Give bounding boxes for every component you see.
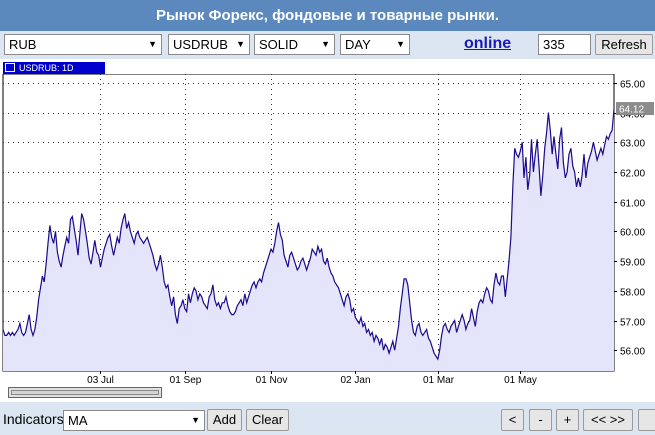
zoom-in-button[interactable]: + [556, 409, 579, 431]
y-tick-label: 63.00 [620, 139, 645, 150]
symbol-select[interactable]: USDRUB ▼ [168, 34, 250, 55]
period-select[interactable]: DAY ▼ [340, 34, 410, 55]
indicator-select-value: MA [68, 413, 88, 428]
symbol-select-value: USDRUB [173, 37, 228, 52]
chart-tab[interactable]: USDRUB: 1D [3, 62, 105, 74]
chevron-down-icon: ▼ [321, 39, 330, 49]
chart-scrollbar[interactable] [8, 387, 162, 398]
y-tick-label: 56.00 [620, 347, 645, 358]
x-tick-label: 01 Nov [256, 375, 288, 385]
chevron-down-icon: ▼ [191, 415, 200, 425]
scroll-right-button[interactable] [638, 409, 655, 431]
clear-indicators-button[interactable]: Clear [246, 409, 289, 431]
x-tick-label: 02 Jan [340, 375, 370, 385]
chevron-down-icon: ▼ [236, 39, 245, 49]
refresh-button[interactable]: Refresh [595, 34, 653, 55]
market-select-value: RUB [9, 37, 37, 52]
chevron-down-icon: ▼ [396, 39, 405, 49]
chevron-down-icon: ▼ [148, 39, 157, 49]
scrollbar-thumb[interactable] [11, 390, 159, 395]
y-tick-label: 57.00 [620, 318, 645, 329]
x-tick-label: 03 Jul [87, 375, 114, 385]
indicators-bar: Indicators MA ▼ Add Clear < - + << >> [0, 402, 655, 435]
chart-tab-label: USDRUB: 1D [19, 63, 74, 73]
add-indicator-button[interactable]: Add [207, 409, 242, 431]
y-tick-label: 59.00 [620, 258, 645, 269]
style-select[interactable]: SOLID ▼ [254, 34, 335, 55]
count-input[interactable]: 335 [538, 34, 591, 55]
indicators-label: Indicators [3, 411, 64, 427]
window-icon [5, 63, 15, 72]
fit-all-button[interactable]: << >> [583, 409, 633, 431]
y-tick-label: 58.00 [620, 288, 645, 299]
style-select-value: SOLID [259, 37, 299, 52]
price-chart[interactable]: 65.0064.0063.0062.0061.0060.0059.0058.00… [0, 74, 655, 385]
y-tick-label: 65.00 [620, 80, 645, 91]
x-tick-label: 01 Sep [170, 375, 202, 385]
y-tick-label: 61.00 [620, 199, 645, 210]
period-select-value: DAY [345, 37, 371, 52]
x-tick-label: 01 Mar [423, 375, 455, 385]
y-tick-label: 62.00 [620, 169, 645, 180]
y-tick-label: 60.00 [620, 228, 645, 239]
last-price-tag: 64.12 [616, 102, 654, 116]
indicator-select[interactable]: MA ▼ [63, 410, 205, 431]
last-price-label: 64.12 [619, 105, 644, 116]
x-tick-label: 01 May [504, 375, 537, 385]
market-select[interactable]: RUB ▼ [4, 34, 162, 55]
scroll-left-button[interactable]: < [501, 409, 524, 431]
page-title: Рынок Форекс, фондовые и товарные рынки. [0, 0, 655, 31]
online-link[interactable]: online [464, 34, 511, 54]
toolbar: RUB ▼ USDRUB ▼ SOLID ▼ DAY ▼ online 335 … [0, 31, 655, 59]
zoom-out-button[interactable]: - [529, 409, 552, 431]
